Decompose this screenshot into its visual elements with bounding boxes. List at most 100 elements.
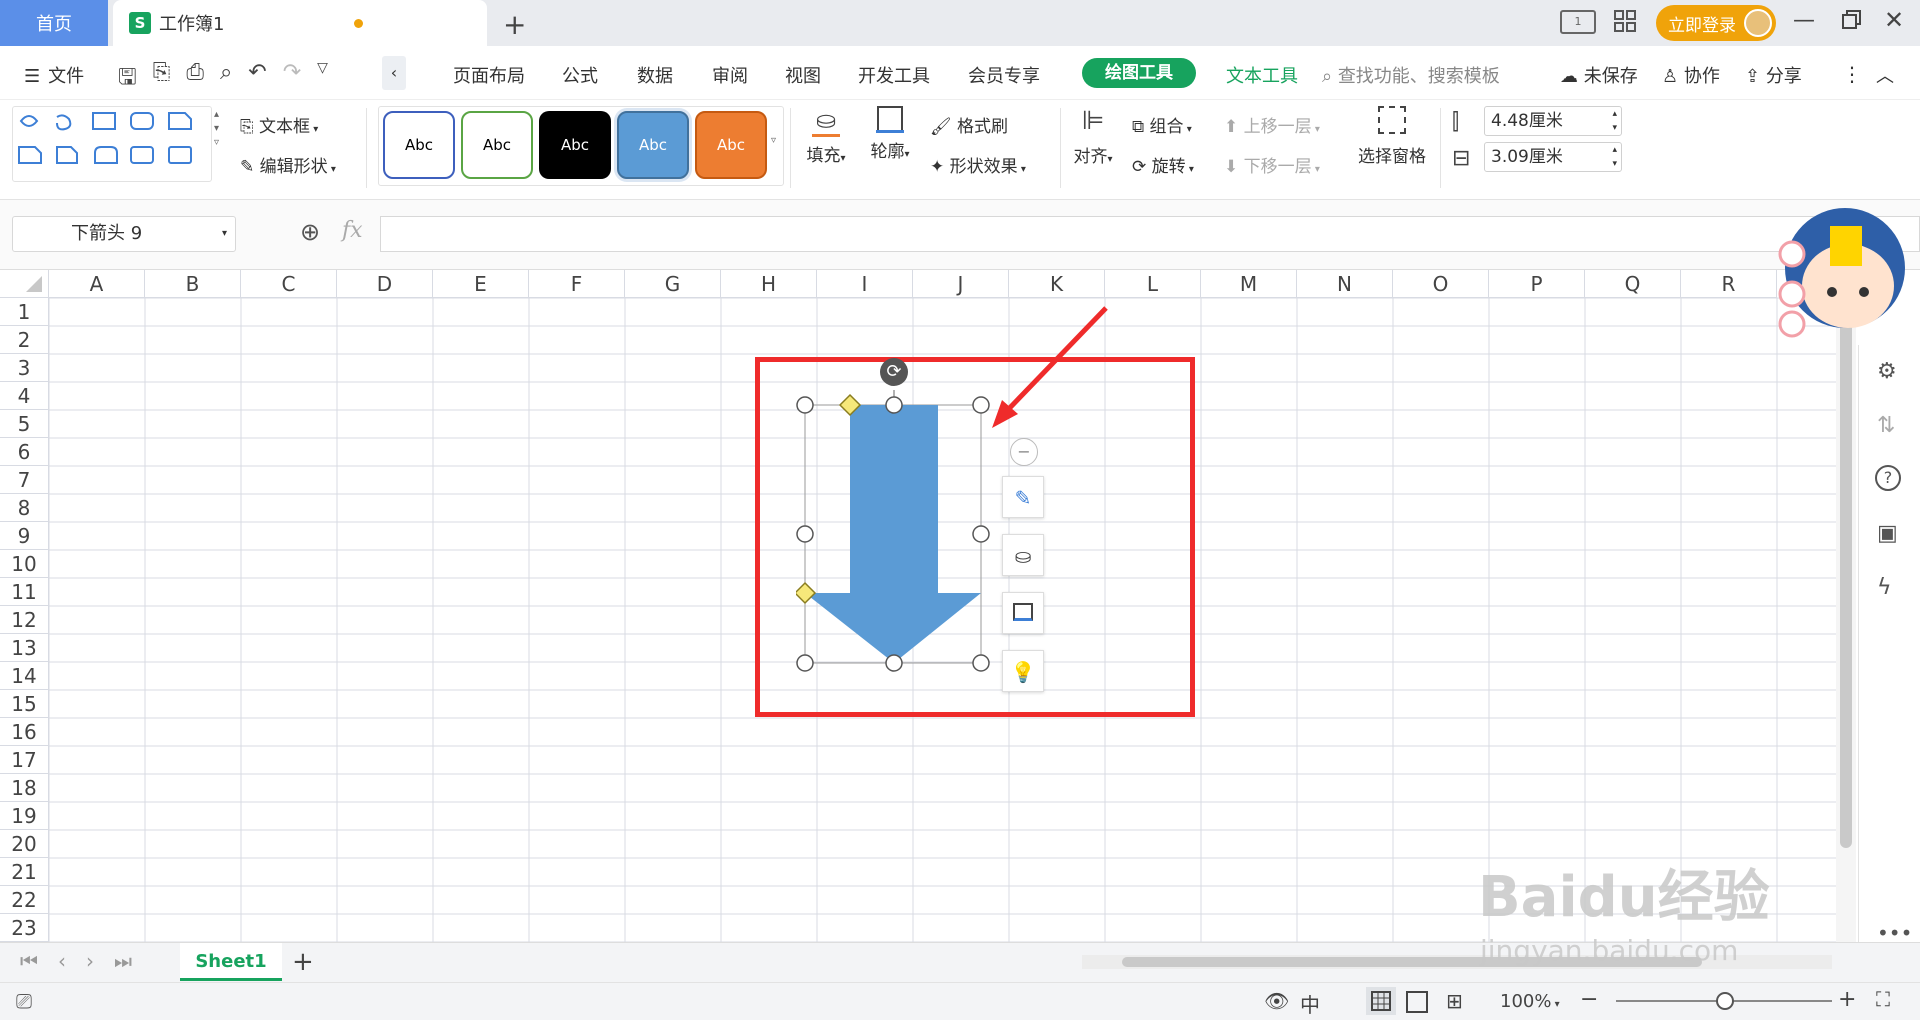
zoom-out-icon[interactable]: − — [1580, 987, 1598, 1012]
zoom-function-icon[interactable]: ⊕ — [300, 218, 320, 246]
save-icon[interactable]: 🖫 — [118, 60, 137, 90]
select-all-corner[interactable] — [0, 270, 49, 298]
row-header-16[interactable]: 16 — [0, 718, 49, 746]
vertical-scroll-thumb[interactable] — [1840, 308, 1852, 848]
new-tab-plus-icon[interactable]: + — [503, 8, 526, 41]
eye-protection-icon[interactable]: 👁 — [1264, 989, 1289, 1013]
redo-icon[interactable]: ↷ — [283, 60, 301, 88]
zoom-slider[interactable] — [1616, 992, 1832, 1010]
column-header-N[interactable]: N — [1297, 270, 1393, 298]
style-gallery-more-icon[interactable]: ▿ — [771, 135, 776, 146]
page-break-view-icon[interactable]: ⊞ — [1446, 989, 1463, 1013]
rotate-button[interactable]: ⟳ 旋转 ▾ — [1132, 152, 1194, 177]
row-header-13[interactable]: 13 — [0, 634, 49, 662]
formula-input[interactable] — [380, 216, 1920, 252]
column-header-P[interactable]: P — [1489, 270, 1585, 298]
row-header-9[interactable]: 9 — [0, 522, 49, 550]
zoom-in-icon[interactable]: + — [1838, 987, 1856, 1012]
shape-gallery-scroll-icon[interactable]: ▴ ▾ ▿ — [214, 108, 219, 150]
column-header-E[interactable]: E — [433, 270, 529, 298]
row-header-10[interactable]: 10 — [0, 550, 49, 578]
lightning-icon[interactable]: ϟ — [1877, 575, 1892, 600]
rotate-handle-icon[interactable]: ⟳ — [880, 358, 908, 386]
ribbon-scroll-left-icon[interactable]: ‹ — [382, 56, 406, 90]
sheet-nav-icons[interactable]: ⏮‹›⏭ — [20, 949, 152, 973]
add-sheet-icon[interactable]: + — [292, 947, 314, 977]
collaborate-button[interactable]: ♙ 协作 — [1662, 62, 1720, 88]
row-header-4[interactable]: 4 — [0, 382, 49, 410]
row-header-5[interactable]: 5 — [0, 410, 49, 438]
fill-button[interactable]: ⛀ 填充▾ — [800, 106, 852, 166]
column-header-A[interactable]: A — [49, 270, 145, 298]
page-layout-view-icon[interactable] — [1406, 991, 1428, 1013]
share-button[interactable]: ⇪ 分享 — [1745, 62, 1802, 88]
row-header-22[interactable]: 22 — [0, 886, 49, 914]
textbox-button[interactable]: ⎘ 文本框 ▾ — [240, 112, 318, 137]
help-icon[interactable]: ? — [1875, 465, 1901, 491]
tab-text-tools[interactable]: 文本工具 — [1226, 62, 1298, 88]
style-preset-blue-fill[interactable]: Abc — [617, 111, 689, 179]
column-header-I[interactable]: I — [817, 270, 913, 298]
menu-formulas[interactable]: 公式 — [562, 62, 598, 88]
send-backward-button[interactable]: ⬇ 下移一层 ▾ — [1224, 152, 1320, 177]
mascot-avatar[interactable] — [1770, 188, 1920, 348]
restore-icon[interactable] — [1840, 8, 1864, 32]
row-header-1[interactable]: 1 — [0, 298, 49, 326]
column-header-B[interactable]: B — [145, 270, 241, 298]
format-painter-button[interactable]: 🖌 格式刷 — [930, 112, 1008, 137]
row-header-12[interactable]: 12 — [0, 606, 49, 634]
float-effect-bulb-icon[interactable]: 💡 — [1002, 650, 1044, 692]
float-fill-icon[interactable]: ⛀ — [1002, 534, 1044, 576]
undo-icon[interactable]: ↶ — [248, 60, 266, 88]
row-header-8[interactable]: 8 — [0, 494, 49, 522]
column-header-L[interactable]: L — [1105, 270, 1201, 298]
login-button[interactable]: 立即登录 — [1656, 5, 1776, 41]
row-header-14[interactable]: 14 — [0, 662, 49, 690]
float-outline-icon[interactable] — [1002, 592, 1044, 634]
export-icon[interactable]: ⎘ — [153, 60, 171, 88]
search-box[interactable]: ⌕ 查找功能、搜索模板 — [1322, 62, 1500, 88]
macro-record-icon[interactable]: ⎚ — [16, 989, 32, 1013]
spreadsheet-grid[interactable]: ABCDEFGHIJKLMNOPQR 1 2 3 4 5 6 7 8 9 10 11 12 13 14 15… — [0, 270, 1858, 942]
row-header-7[interactable]: 7 — [0, 466, 49, 494]
zoom-slider-thumb[interactable] — [1716, 992, 1734, 1010]
file-menu[interactable]: ☰ 文件 — [24, 62, 84, 88]
apps-grid-icon[interactable] — [1614, 10, 1636, 32]
down-arrow-shape[interactable] — [796, 382, 996, 682]
screen-mode-icon[interactable]: 1 — [1560, 10, 1596, 34]
menu-member[interactable]: 会员专享 — [968, 62, 1040, 88]
row-header-11[interactable]: 11 — [0, 578, 49, 606]
column-header-R[interactable]: R — [1681, 270, 1777, 298]
height-input[interactable]: 3.09厘米 ▴ ▾ — [1484, 142, 1622, 172]
style-preset-black[interactable]: Abc — [539, 111, 611, 179]
name-box-dropdown-icon[interactable]: ▾ — [222, 217, 227, 251]
style-preset-orange-fill[interactable]: Abc — [695, 111, 767, 179]
tab-drawing-tools[interactable]: 绘图工具 — [1082, 58, 1196, 88]
settings-sliders-icon[interactable]: ⚙ — [1877, 359, 1897, 384]
group-button[interactable]: ⧉ 组合 ▾ — [1132, 112, 1192, 137]
selection-pane-button[interactable]: 选择窗格 — [1352, 106, 1432, 167]
menu-data[interactable]: 数据 — [637, 62, 673, 88]
column-header-M[interactable]: M — [1201, 270, 1297, 298]
width-spinner-icon[interactable]: ▴ ▾ — [1612, 107, 1617, 135]
minimize-icon[interactable]: — — [1792, 8, 1816, 33]
column-header-H[interactable]: H — [721, 270, 817, 298]
shape-gallery[interactable] — [12, 106, 212, 182]
bring-forward-button[interactable]: ⬆ 上移一层 ▾ — [1224, 112, 1320, 137]
customize-dropdown-icon[interactable]: ▽ — [317, 60, 328, 88]
align-button[interactable]: ⊫ 对齐▾ — [1068, 106, 1118, 167]
row-header-17[interactable]: 17 — [0, 746, 49, 774]
shape-effect-button[interactable]: ✦ 形状效果 ▾ — [930, 152, 1026, 177]
column-header-Q[interactable]: Q — [1585, 270, 1681, 298]
column-header-C[interactable]: C — [241, 270, 337, 298]
vertical-scrollbar[interactable] — [1836, 298, 1856, 942]
row-header-23[interactable]: 23 — [0, 914, 49, 942]
style-preset-green-outline[interactable]: Abc — [461, 111, 533, 179]
menu-view[interactable]: 视图 — [785, 62, 821, 88]
print-preview-icon[interactable]: ⌕ — [220, 60, 232, 88]
fx-icon[interactable]: fx — [342, 218, 363, 243]
float-style-icon[interactable]: ✎ — [1002, 476, 1044, 518]
height-spinner-icon[interactable]: ▴ ▾ — [1612, 143, 1617, 171]
outline-button[interactable]: 轮廓▾ — [864, 106, 916, 162]
collapse-ribbon-icon[interactable]: ︿ — [1876, 62, 1894, 88]
